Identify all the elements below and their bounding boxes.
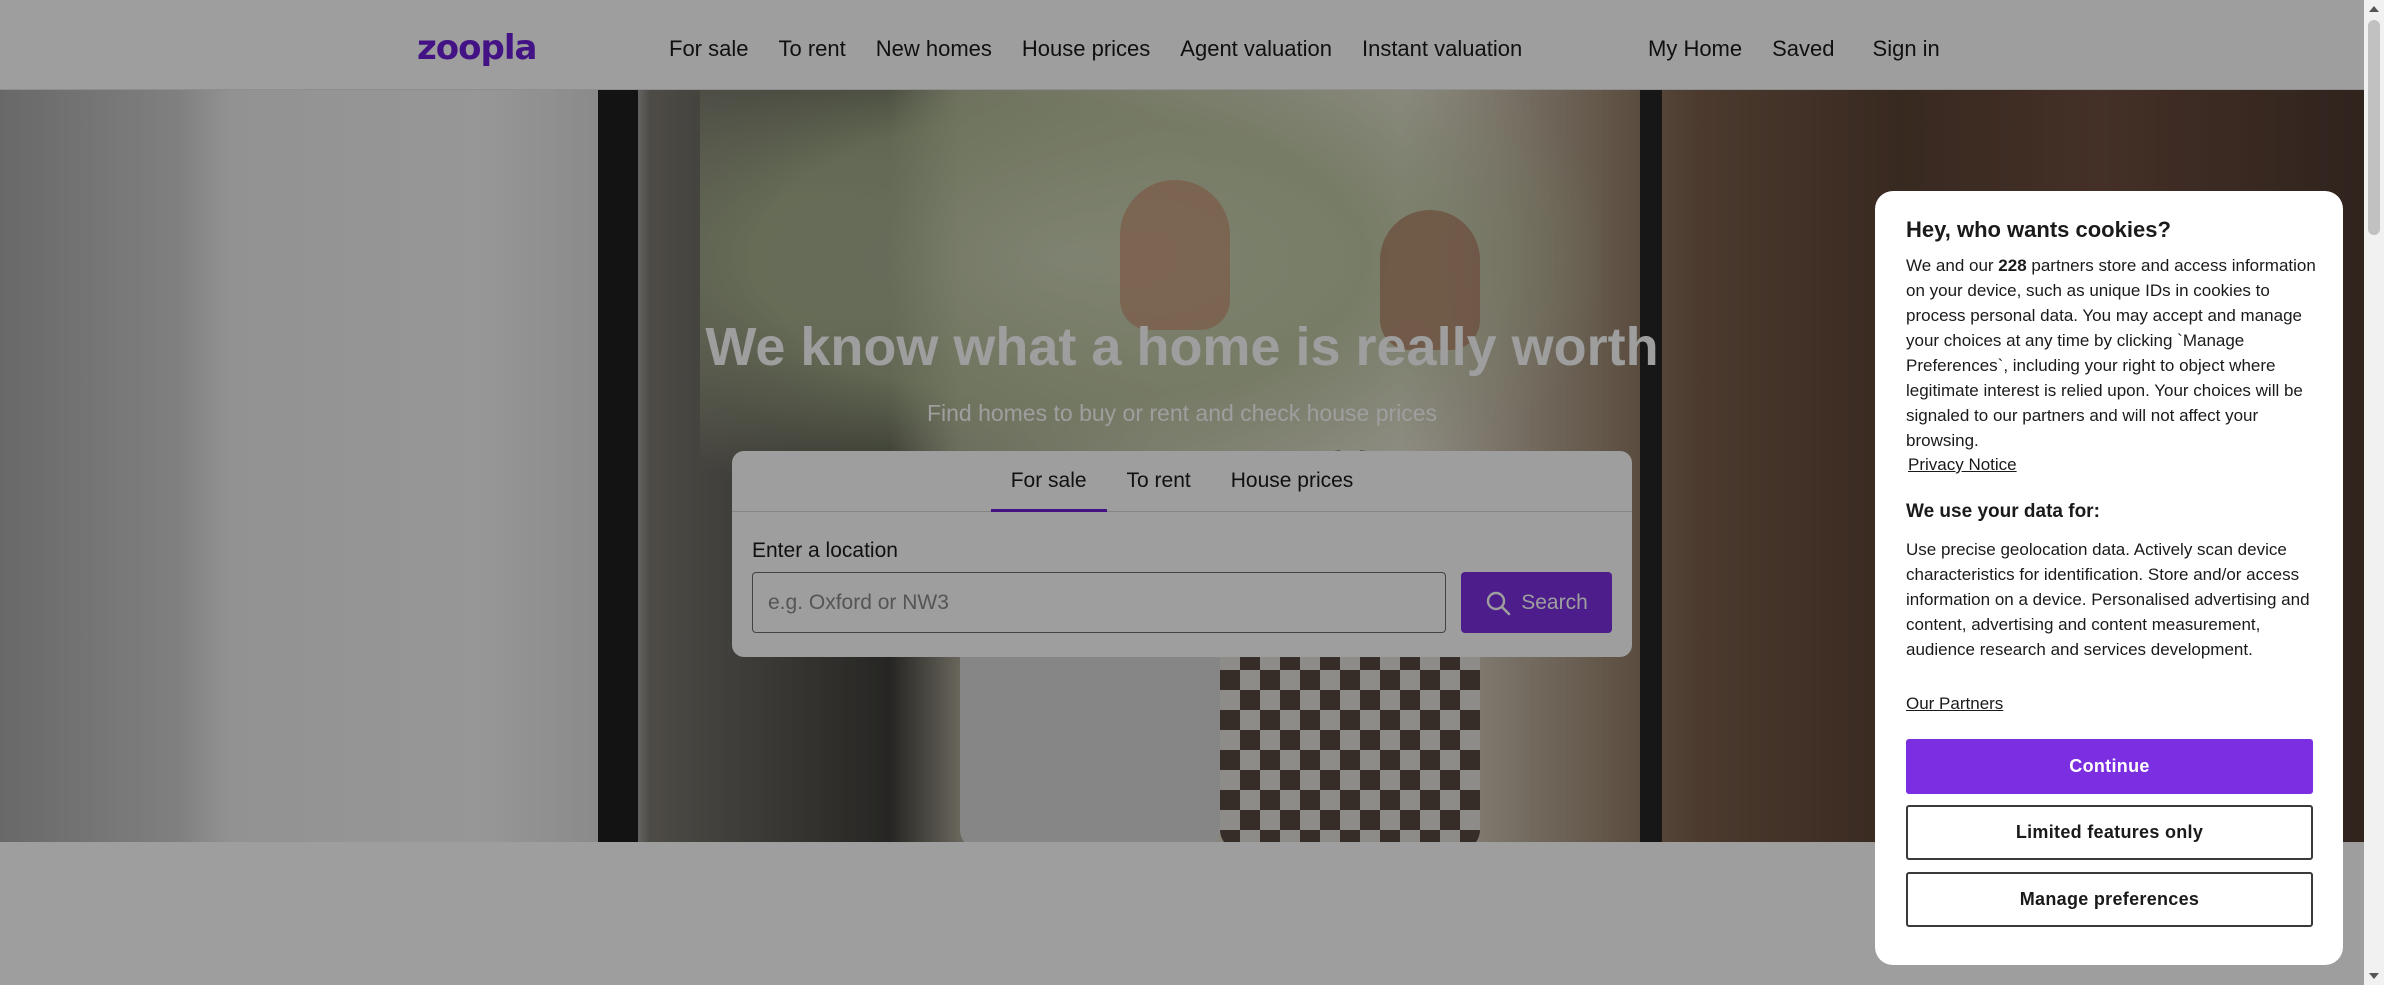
cookie-body-intro: We and our xyxy=(1906,256,1999,275)
continue-button[interactable]: Continue xyxy=(1906,739,2313,794)
scroll-thumb[interactable] xyxy=(2368,20,2380,235)
page-scrollbar[interactable] xyxy=(2364,0,2384,985)
manage-preferences-button[interactable]: Manage preferences xyxy=(1906,872,2313,927)
data-usage-heading: We use your data for: xyxy=(1906,501,2100,522)
privacy-notice-link[interactable]: Privacy Notice xyxy=(1908,455,2017,475)
cookie-title: Hey, who wants cookies? xyxy=(1906,217,2171,242)
scroll-down-icon[interactable] xyxy=(2369,973,2379,979)
limited-features-button[interactable]: Limited features only xyxy=(1906,805,2313,860)
partner-count: 228 xyxy=(1998,256,2027,275)
cookie-body-text: partners store and access information on… xyxy=(1906,256,2316,450)
data-purposes-text: Use precise geolocation data. Actively s… xyxy=(1906,540,2310,659)
cookie-body: We and our 228 partners store and access… xyxy=(1906,253,2316,453)
cookie-consent-dialog: Hey, who wants cookies? We and our 228 p… xyxy=(1875,191,2343,965)
scroll-up-icon[interactable] xyxy=(2369,6,2379,12)
our-partners-link[interactable]: Our Partners xyxy=(1906,694,2003,714)
